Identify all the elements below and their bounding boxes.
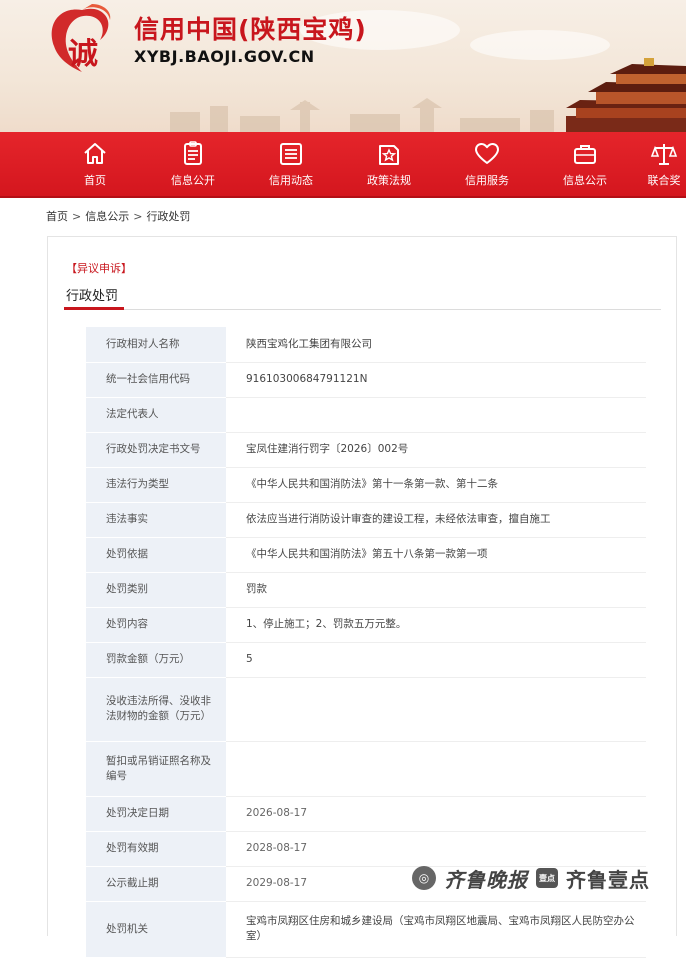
document-icon: [184, 141, 202, 165]
row-label: 处罚机关: [86, 901, 226, 958]
newspaper-logo-icon: ◎: [412, 866, 436, 890]
nav-item-info-disclosure[interactable]: 信息公开: [144, 132, 242, 196]
media-watermark: ◎ 齐鲁晚报 壹点 齐鲁壹点: [412, 862, 650, 894]
row-value: 宝鸡市凤翔区住房和城乡建设局（宝鸡市凤翔区地震局、宝鸡市凤翔区人民防空办公室）: [226, 901, 646, 958]
news-list-icon: [280, 143, 302, 165]
table-row: 违法行为类型 《中华人民共和国消防法》第十一条第一款、第十二条: [86, 467, 646, 503]
row-label: 罚款金额（万元）: [86, 642, 226, 678]
row-value: 《中华人民共和国消防法》第五十八条第一款第一项: [226, 537, 646, 573]
home-icon: [84, 143, 106, 164]
breadcrumb-info-publicity[interactable]: 信息公示: [85, 208, 129, 224]
row-label: 统一社会信用代码: [86, 362, 226, 398]
scales-icon: [650, 144, 678, 165]
row-value: 罚款: [226, 572, 646, 608]
row-label: 公示截止期: [86, 866, 226, 902]
row-value: 陕西宝鸡化工集团有限公司: [226, 327, 646, 363]
row-label: 处罚内容: [86, 607, 226, 643]
row-value: 2026-08-17: [226, 796, 646, 832]
table-row: 违法事实 依法应当进行消防设计审查的建设工程，未经依法审查，擅自施工: [86, 502, 646, 538]
nav-label: 信用服务: [465, 174, 509, 187]
nav-label: 信息公开: [171, 174, 215, 187]
section-divider: [64, 309, 661, 310]
table-row: 法定代表人: [86, 397, 646, 433]
nav-item-credit-services[interactable]: 信用服务: [438, 132, 536, 196]
row-value: 依法应当进行消防设计审查的建设工程，未经依法审查，擅自施工: [226, 502, 646, 538]
table-row: 处罚有效期 2028-08-17: [86, 831, 646, 867]
nav-item-joint-rewards[interactable]: 联合奖: [634, 132, 686, 196]
breadcrumb: 首页 > 信息公示 > 行政处罚: [46, 207, 190, 225]
row-label: 违法行为类型: [86, 467, 226, 503]
breadcrumb-separator: >: [133, 209, 143, 223]
site-domain: XYBJ.BAOJI.GOV.CN: [134, 47, 315, 66]
site-title: 信用中国(陕西宝鸡): [134, 15, 367, 44]
policy-star-icon: [379, 145, 399, 165]
row-value: 1、停止施工；2、罚款五万元整。: [226, 607, 646, 643]
row-label: 行政相对人名称: [86, 327, 226, 363]
row-label: 违法事实: [86, 502, 226, 538]
nav-label: 首页: [84, 174, 106, 187]
table-row: 处罚内容 1、停止施工；2、罚款五万元整。: [86, 607, 646, 643]
nav-item-policies[interactable]: 政策法规: [340, 132, 438, 196]
row-label: 没收违法所得、没收非法财物的金额（万元）: [86, 677, 226, 742]
nav-label: 政策法规: [367, 174, 411, 187]
active-tab-underline: [64, 307, 124, 310]
nav-label: 信用动态: [269, 174, 313, 187]
row-value: [226, 741, 646, 797]
site-logo-icon: 诚: [51, 4, 111, 72]
breadcrumb-separator: >: [72, 209, 82, 223]
watermark-app-name: 齐鲁壹点: [566, 867, 650, 892]
table-row: 暂扣或吊销证照名称及编号: [86, 741, 646, 797]
nav-label: 联合奖: [647, 174, 681, 187]
nav-item-home[interactable]: 首页: [46, 132, 144, 196]
watermark-newspaper-name: 齐鲁晚报: [444, 867, 528, 892]
briefcase-icon: [574, 145, 596, 164]
row-label: 处罚有效期: [86, 831, 226, 867]
table-row: 行政相对人名称 陕西宝鸡化工集团有限公司: [86, 327, 646, 363]
svg-text:诚: 诚: [68, 37, 98, 72]
row-value: [226, 397, 646, 433]
appeal-link[interactable]: 【异议申诉】: [66, 260, 132, 276]
table-row: 处罚决定日期 2026-08-17: [86, 796, 646, 832]
penalty-detail-card: 【异议申诉】 行政处罚 行政相对人名称 陕西宝鸡化工集团有限公司 统一社会信用代…: [47, 236, 677, 958]
row-value: [226, 677, 646, 742]
nav-item-credit-news[interactable]: 信用动态: [242, 132, 340, 196]
main-nav: 首页 信息公开 信用动态 政策法规 信用服务 信息公示 联合奖: [0, 132, 686, 198]
row-label: 法定代表人: [86, 397, 226, 433]
breadcrumb-home[interactable]: 首页: [46, 208, 68, 224]
row-label: 处罚依据: [86, 537, 226, 573]
nav-label: 信息公示: [563, 174, 607, 187]
row-label: 行政处罚决定书文号: [86, 432, 226, 468]
row-value: 5: [226, 642, 646, 678]
table-row: 处罚类别 罚款: [86, 572, 646, 608]
row-label: 处罚决定日期: [86, 796, 226, 832]
city-skyline-decoration: [170, 98, 554, 132]
watermark-badge: 壹点: [536, 868, 558, 888]
pavilion-decoration: [566, 58, 686, 132]
site-header-banner: 诚 信用中国(陕西宝鸡) XYBJ.BAOJI.GOV.CN: [0, 0, 686, 132]
cloud-decoration: [470, 30, 610, 60]
table-row: 处罚依据 《中华人民共和国消防法》第五十八条第一款第一项: [86, 537, 646, 573]
table-row: 处罚机关 宝鸡市凤翔区住房和城乡建设局（宝鸡市凤翔区地震局、宝鸡市凤翔区人民防空…: [86, 901, 646, 958]
breadcrumb-current: 行政处罚: [146, 210, 191, 223]
heart-icon: [475, 143, 499, 164]
row-label: 处罚类别: [86, 572, 226, 608]
row-value: 宝凤住建消行罚字〔2026〕002号: [226, 432, 646, 468]
table-row: 行政处罚决定书文号 宝凤住建消行罚字〔2026〕002号: [86, 432, 646, 468]
table-row: 罚款金额（万元） 5: [86, 642, 646, 678]
row-value: 《中华人民共和国消防法》第十一条第一款、第十二条: [226, 467, 646, 503]
row-value: 91610300684791121N: [226, 362, 646, 398]
table-row: 没收违法所得、没收非法财物的金额（万元）: [86, 677, 646, 742]
row-label: 暂扣或吊销证照名称及编号: [86, 741, 226, 797]
nav-item-info-publicity[interactable]: 信息公示: [536, 132, 634, 196]
row-value: 2028-08-17: [226, 831, 646, 867]
table-row: 统一社会信用代码 91610300684791121N: [86, 362, 646, 398]
